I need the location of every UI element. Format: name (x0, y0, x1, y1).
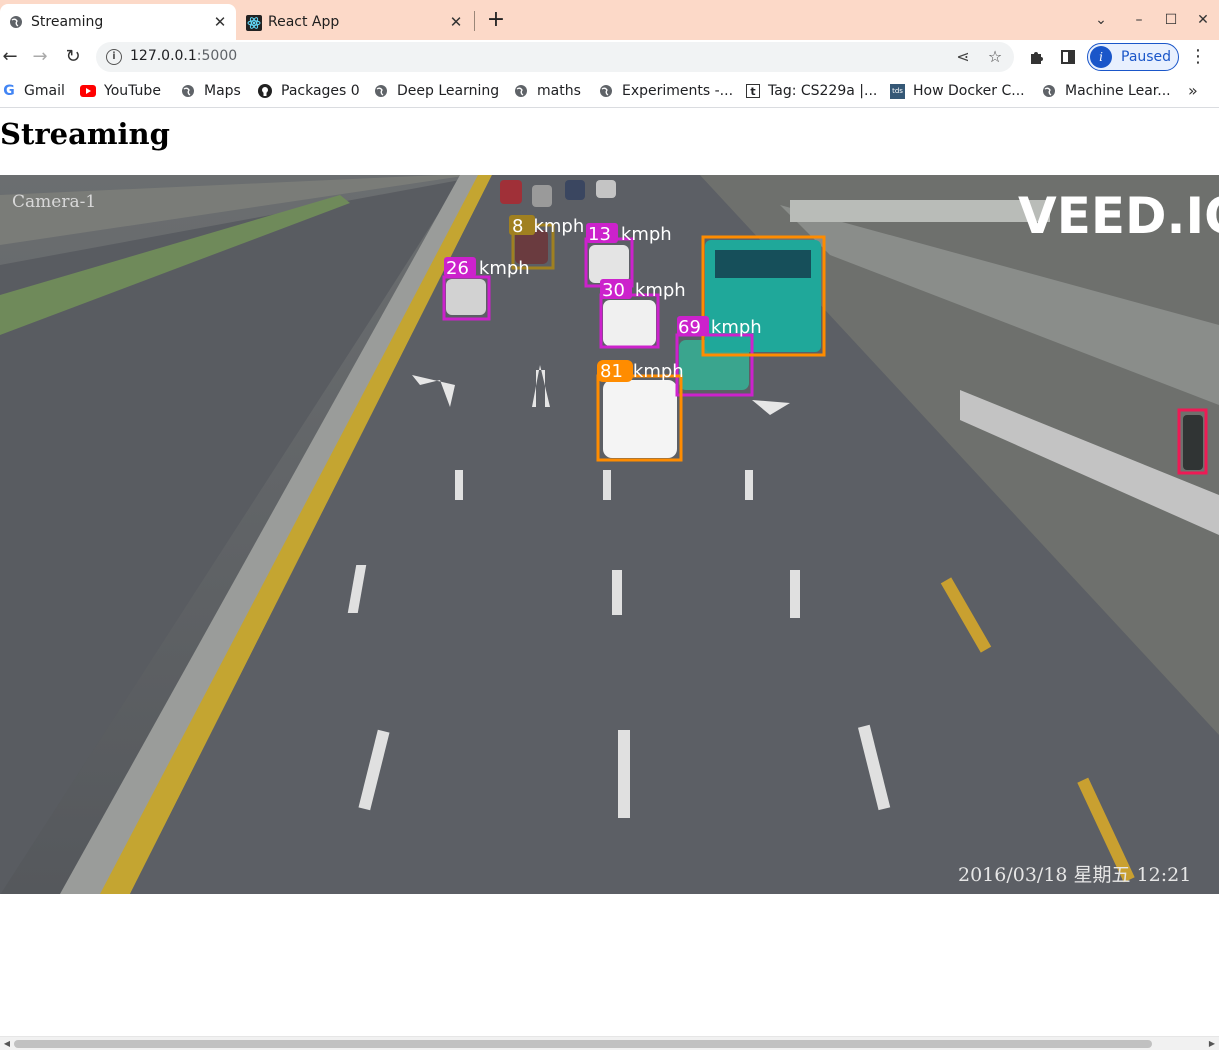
tab-react-app[interactable]: React App ✕ (240, 4, 472, 40)
share-icon[interactable]: ⋖ (952, 46, 974, 68)
globe-icon (180, 83, 196, 99)
speed-value: 69 (678, 317, 701, 338)
tab-separator (474, 11, 475, 31)
minimize-icon[interactable]: – (1127, 8, 1151, 32)
bookmark-packages[interactable]: Packages 0 (257, 81, 360, 101)
globe-icon (373, 83, 389, 99)
side-panel-icon[interactable] (1056, 45, 1080, 69)
close-tab-icon[interactable]: ✕ (446, 12, 466, 32)
speed-unit: kmph (533, 216, 584, 237)
veed-watermark: VEED.IO (1018, 187, 1219, 245)
bookmark-deep-learning[interactable]: Deep Learning (373, 81, 499, 101)
extensions-icon[interactable] (1024, 45, 1048, 69)
globe-icon (513, 83, 529, 99)
bookmark-label: Gmail (24, 83, 65, 99)
speed-value: 30 (602, 280, 625, 301)
svg-text:13kmph: 13 kmph (588, 224, 672, 245)
bookmark-label: Packages 0 (281, 83, 360, 99)
site-info-icon[interactable]: i (106, 49, 122, 65)
close-tab-icon[interactable]: ✕ (210, 12, 230, 32)
globe-icon (9, 15, 23, 29)
speed-unit: kmph (621, 224, 672, 245)
bookmark-label: How Docker C... (913, 83, 1025, 99)
profile-status: Paused (1121, 49, 1172, 65)
forward-icon[interactable]: → (28, 45, 52, 69)
scroll-left-icon[interactable]: ◀ (1, 1039, 13, 1049)
bookmark-cs229a[interactable]: t Tag: CS229a |... (746, 81, 877, 101)
tab-title: Streaming (31, 14, 104, 30)
scrollbar-thumb[interactable] (14, 1040, 1152, 1048)
speed-value: 13 (588, 224, 611, 245)
bookmark-machine-learning[interactable]: Machine Lear... (1041, 81, 1171, 101)
profile-button[interactable]: i Paused (1087, 43, 1179, 71)
avatar: i (1090, 46, 1112, 68)
speed-value: 26 (446, 258, 469, 279)
speed-value: 8 (512, 216, 523, 237)
browser-toolbar: ← → ↻ i 127.0.0.1:5000 ⋖ ☆ i Paused ⋮ (0, 40, 1219, 74)
close-window-icon[interactable]: ✕ (1191, 8, 1215, 32)
bookmark-label: Deep Learning (397, 83, 500, 99)
svg-text:26kmph: 26 kmph (446, 258, 530, 279)
bookmark-label: Machine Lear... (1065, 83, 1171, 99)
tab-strip: Streaming ✕ React App ✕ + ⌄ – ☐ ✕ (0, 0, 1219, 40)
youtube-icon (80, 83, 96, 99)
tumblr-icon: t (746, 84, 760, 98)
svg-text:30kmph: 30 kmph (602, 280, 686, 301)
speed-unit: kmph (635, 280, 686, 301)
svg-text:81kmph: 81 kmph (600, 361, 684, 382)
bookmark-star-icon[interactable]: ☆ (984, 46, 1006, 68)
page-title: Streaming (0, 117, 170, 151)
horizontal-scrollbar[interactable]: ◀ ▶ (0, 1036, 1219, 1050)
globe-icon (1041, 83, 1057, 99)
bookmarks-bar: G Gmail YouTube Maps Packages 0 Deep Lea… (0, 74, 1219, 108)
bookmark-youtube[interactable]: YouTube (80, 81, 161, 101)
speed-value: 81 (600, 361, 623, 382)
bookmark-maps[interactable]: Maps (180, 81, 241, 101)
speed-unit: kmph (633, 361, 684, 382)
tab-streaming[interactable]: Streaming ✕ (0, 4, 236, 40)
bookmark-label: YouTube (104, 83, 161, 99)
tab-search-icon[interactable]: ⌄ (1089, 8, 1113, 32)
tds-icon: tds (890, 83, 905, 99)
address-bar[interactable]: i 127.0.0.1:5000 ⋖ ☆ (96, 42, 1014, 72)
bookmark-docker[interactable]: tds How Docker C... (890, 81, 1025, 101)
camera-label: Camera-1 (12, 192, 96, 212)
bookmark-experiments[interactable]: Experiments -... (598, 81, 733, 101)
video-stream: 26 kmph 8 kmph 13 kmph 30 kmph 69 kmph 81 kmph… (0, 175, 1219, 894)
bookmark-label: Experiments -... (622, 83, 734, 99)
menu-kebab-icon[interactable]: ⋮ (1186, 45, 1210, 69)
reload-icon[interactable]: ↻ (61, 45, 85, 69)
video-timestamp: 2016/03/18 星期五 12:21 (958, 864, 1191, 886)
bookmark-label: maths (537, 83, 581, 99)
speed-unit: kmph (711, 317, 762, 338)
url-text[interactable]: 127.0.0.1:5000 (130, 48, 237, 64)
maximize-icon[interactable]: ☐ (1159, 8, 1183, 32)
github-icon (257, 83, 273, 99)
bookmark-maths[interactable]: maths (513, 81, 581, 101)
speed-unit: kmph (479, 258, 530, 279)
traffic-video-frame: 26 kmph 8 kmph 13 kmph 30 kmph 69 kmph 81 kmph… (0, 175, 1219, 894)
google-icon: G (3, 83, 15, 99)
bookmark-label: Maps (204, 83, 241, 99)
globe-icon (598, 83, 614, 99)
svg-text:69kmph: 69 kmph (678, 317, 762, 338)
bookmark-label: Tag: CS229a |... (768, 83, 878, 99)
more-bookmarks-icon[interactable]: » (1188, 81, 1198, 100)
react-icon (246, 15, 262, 31)
scroll-right-icon[interactable]: ▶ (1206, 1039, 1218, 1049)
back-icon[interactable]: ← (0, 45, 22, 69)
bookmark-gmail[interactable]: G Gmail (2, 81, 65, 101)
svg-text:8kmph: 8 kmph (512, 216, 584, 237)
tab-title: React App (268, 14, 340, 30)
new-tab-button[interactable]: + (484, 8, 508, 32)
